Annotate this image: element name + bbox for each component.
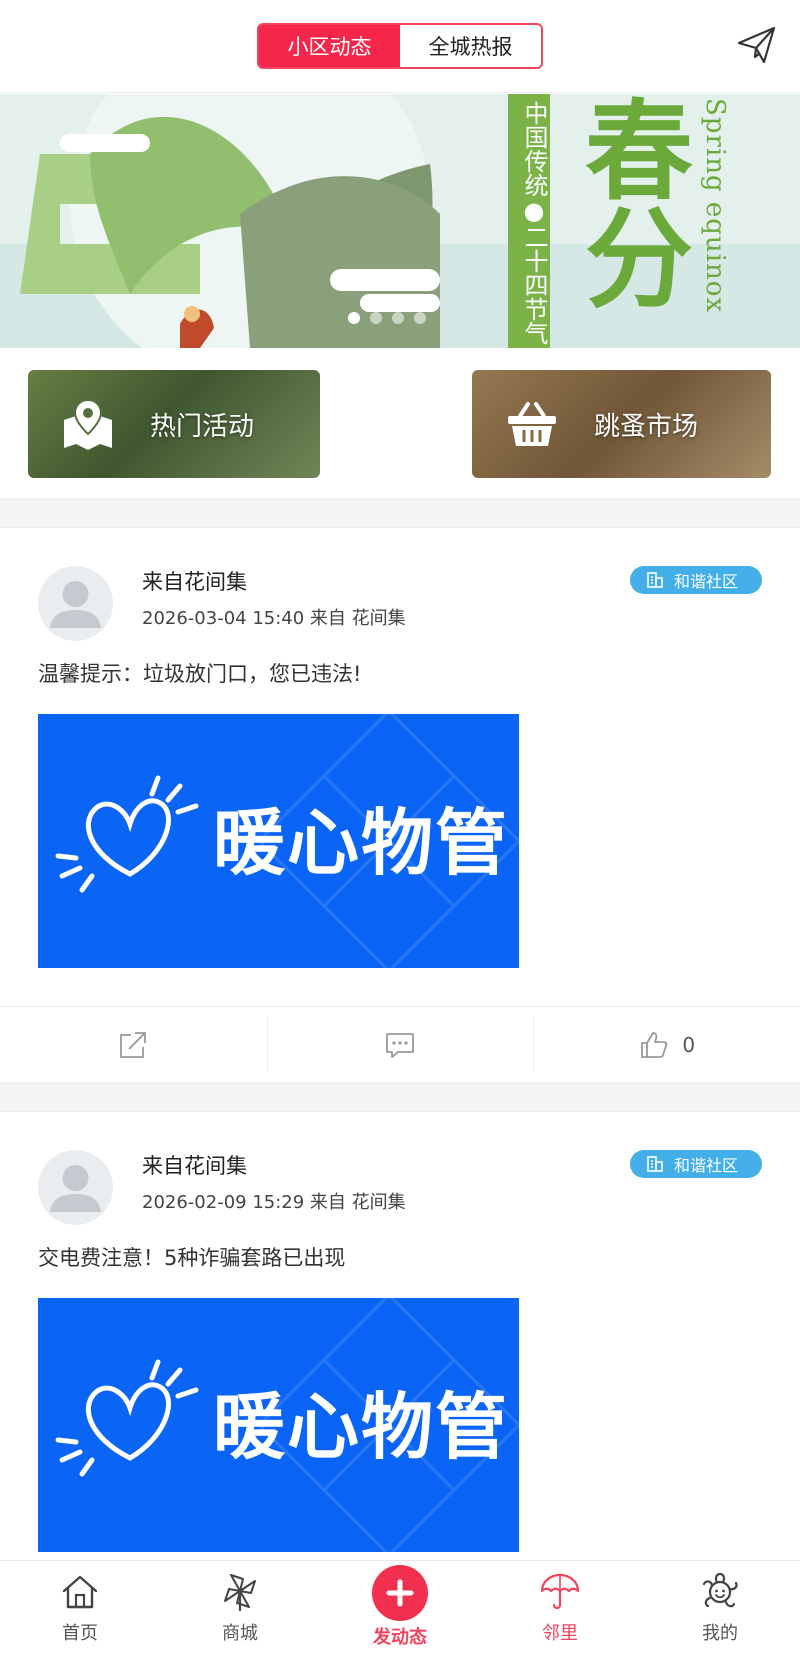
post-image[interactable]: 暖心物管 [38,714,519,968]
share-button[interactable] [0,1007,267,1082]
map-pin-icon [64,398,112,450]
banner-pagination [348,312,426,324]
post-author[interactable]: 来自花间集 [142,566,247,596]
section-divider [0,1082,800,1112]
banner-dot[interactable] [348,312,360,324]
plus-glyph-icon [386,1579,414,1607]
tab-post-update[interactable]: 发动态 [320,1561,480,1658]
basket-icon [508,402,556,446]
avatar[interactable] [38,1150,113,1225]
building-icon [647,572,663,588]
tab-home[interactable]: 首页 [0,1561,160,1658]
tab-home-label: 首页 [62,1623,98,1644]
community-badge-label: 和谐社区 [674,572,739,591]
flea-market-tile[interactable]: 跳蚤市场 [472,370,771,478]
tab-neighbors[interactable]: 邻里 [480,1561,640,1658]
home-icon [62,1575,98,1609]
umbrella-icon [540,1573,580,1610]
tab-neighbors-label: 邻里 [542,1623,578,1644]
banner-dot[interactable] [370,312,382,324]
hot-activities-label: 热门活动 [150,411,255,442]
top-header: 小区动态 全城热报 [0,0,800,93]
post-text: 交电费注意！5种诈骗套路已出现 [38,1246,346,1270]
comment-button[interactable] [266,1007,534,1082]
user-placeholder-icon [50,1165,101,1212]
promo-banner[interactable]: 中国传统●二十四节气 春分 Spring equinox [0,94,800,348]
plus-icon [372,1565,428,1621]
post-meta: 2026-02-09 15:29 来自 花间集 [142,1192,406,1213]
comment-icon [386,1032,414,1058]
like-button[interactable]: 0 [533,1007,800,1082]
post-image-text: 暖心物管 [213,801,510,885]
tab-mine-label: 我的 [702,1623,738,1644]
thumbs-up-icon [641,1031,668,1058]
community-badge[interactable]: 和谐社区 [630,566,762,594]
post-text: 温馨提示：垃圾放门口，您已违法! [38,662,362,686]
bottom-tab-bar: 首页 商城 发动态 邻里 我的 [0,1560,800,1658]
tab-mine[interactable]: 我的 [640,1561,800,1658]
feed-segment-control: 小区动态 全城热报 [257,23,543,69]
avatar[interactable] [38,566,113,641]
post-meta: 2026-03-04 15:40 来自 花间集 [142,608,406,629]
quick-entry-tiles: 热门活动 跳蚤市场 [0,348,800,498]
banner-english-text: Spring equinox [700,98,730,314]
post-card[interactable]: 来自花间集 2026-03-04 15:40 来自 花间集 和谐社区 温馨提示：… [0,528,800,1082]
paper-plane-icon[interactable] [736,24,778,66]
user-placeholder-icon [50,581,101,628]
post-image[interactable]: 暖心物管 [38,1298,519,1552]
share-icon [120,1031,147,1058]
banner-dot[interactable] [414,312,426,324]
building-icon [647,1156,663,1172]
banner-dot[interactable] [392,312,404,324]
tab-community-news[interactable]: 小区动态 [259,25,400,67]
banner-title: 春分 [567,94,693,310]
tab-post-update-label: 发动态 [373,1627,427,1648]
pinwheel-icon [224,1574,256,1611]
community-badge[interactable]: 和谐社区 [630,1150,762,1178]
community-badge-label: 和谐社区 [674,1156,739,1175]
heart-logo-icon [55,1359,199,1477]
flea-market-label: 跳蚤市场 [594,411,699,442]
banner-vertical-text: 中国传统●二十四节气 [508,94,550,348]
hot-activities-tile[interactable]: 热门活动 [28,370,320,478]
tab-mall[interactable]: 商城 [160,1561,320,1658]
post-card[interactable]: 来自花间集 2026-02-09 15:29 来自 花间集 和谐社区 交电费注意… [0,1112,800,1560]
tab-city-hot-news[interactable]: 全城热报 [400,25,541,67]
heart-logo-icon [55,775,199,893]
tab-mall-label: 商城 [222,1623,258,1644]
flower-icon [702,1572,738,1608]
like-count: 0 [682,1032,696,1057]
section-divider [0,498,800,528]
post-author[interactable]: 来自花间集 [142,1150,247,1180]
post-actions: 0 [0,1006,800,1082]
post-image-text: 暖心物管 [213,1385,510,1469]
